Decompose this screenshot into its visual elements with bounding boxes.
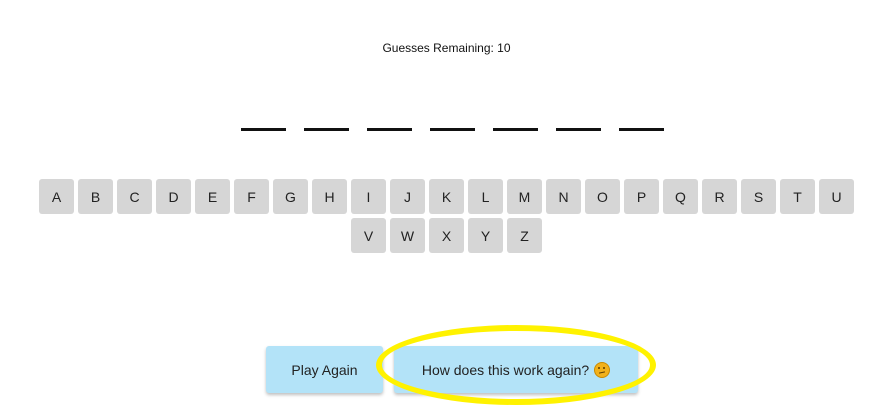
letter-key-k[interactable]: K xyxy=(429,179,464,214)
letter-blank xyxy=(556,128,601,131)
letter-blank xyxy=(619,128,664,131)
keyboard-row: ABCDEFGHIJKLMNOPQRSTU xyxy=(0,179,893,214)
play-again-button[interactable]: Play Again xyxy=(266,346,383,393)
letter-key-o[interactable]: O xyxy=(585,179,620,214)
letter-blank xyxy=(241,128,286,131)
hangman-game: Guesses Remaining: 10 ABCDEFGHIJKLMNOPQR… xyxy=(0,0,893,413)
letter-key-n[interactable]: N xyxy=(546,179,581,214)
letter-key-m[interactable]: M xyxy=(507,179,542,214)
letter-key-i[interactable]: I xyxy=(351,179,386,214)
letter-key-a[interactable]: A xyxy=(39,179,74,214)
letter-key-z[interactable]: Z xyxy=(507,218,542,253)
letter-key-f[interactable]: F xyxy=(234,179,269,214)
letter-blank xyxy=(367,128,412,131)
letter-key-s[interactable]: S xyxy=(741,179,776,214)
letter-blank xyxy=(493,128,538,131)
letter-key-w[interactable]: W xyxy=(390,218,425,253)
guesses-remaining: Guesses Remaining: 10 xyxy=(382,41,511,55)
letter-key-v[interactable]: V xyxy=(351,218,386,253)
letter-blank xyxy=(430,128,475,131)
letter-key-x[interactable]: X xyxy=(429,218,464,253)
letter-key-h[interactable]: H xyxy=(312,179,347,214)
letter-key-g[interactable]: G xyxy=(273,179,308,214)
letter-keyboard: ABCDEFGHIJKLMNOPQRSTU VWXYZ xyxy=(0,179,893,257)
letter-key-l[interactable]: L xyxy=(468,179,503,214)
letter-key-t[interactable]: T xyxy=(780,179,815,214)
letter-key-q[interactable]: Q xyxy=(663,179,698,214)
letter-key-p[interactable]: P xyxy=(624,179,659,214)
letter-key-e[interactable]: E xyxy=(195,179,230,214)
letter-key-b[interactable]: B xyxy=(78,179,113,214)
letter-key-c[interactable]: C xyxy=(117,179,152,214)
how-does-this-work-label: How does this work again? xyxy=(421,361,590,378)
letter-key-r[interactable]: R xyxy=(702,179,737,214)
letter-key-j[interactable]: J xyxy=(390,179,425,214)
thinking-face-icon xyxy=(594,361,611,378)
letter-key-u[interactable]: U xyxy=(819,179,854,214)
word-blanks xyxy=(241,128,664,131)
play-again-label: Play Again xyxy=(291,361,358,378)
letter-key-y[interactable]: Y xyxy=(468,218,503,253)
keyboard-row: VWXYZ xyxy=(0,218,893,253)
how-does-this-work-button[interactable]: How does this work again? xyxy=(394,346,638,393)
letter-key-d[interactable]: D xyxy=(156,179,191,214)
letter-blank xyxy=(304,128,349,131)
